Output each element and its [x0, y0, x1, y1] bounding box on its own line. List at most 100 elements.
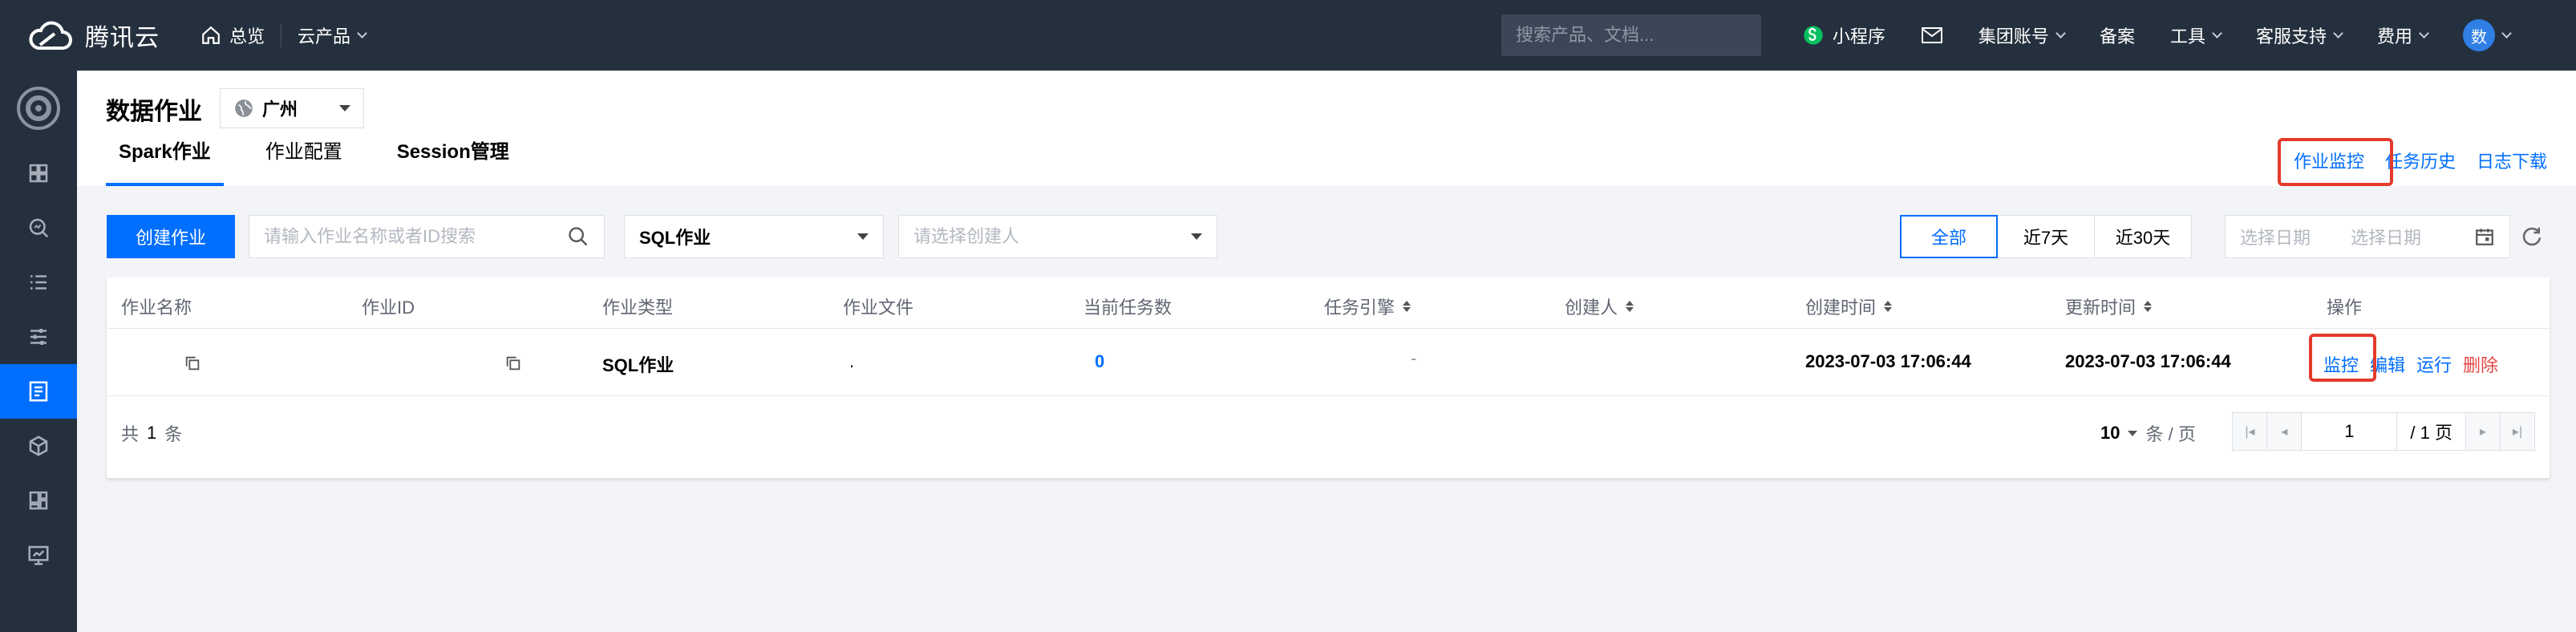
pagination: |◂ ◂ 1 / 1 页 ▸ ▸| — [2232, 412, 2535, 451]
sidebar-item-monitor[interactable] — [0, 528, 77, 582]
sort-icon[interactable] — [2144, 301, 2153, 312]
caret-down-icon — [857, 233, 869, 240]
sliders-icon — [30, 329, 47, 345]
job-document-icon — [29, 381, 48, 402]
filing-label: 备案 — [2099, 26, 2135, 47]
refresh-icon[interactable] — [2520, 225, 2544, 249]
mail-icon — [1921, 27, 1942, 43]
sidebar-item-list[interactable] — [0, 255, 77, 310]
job-search[interactable] — [249, 215, 605, 258]
last-page-icon[interactable]: ▸| — [2500, 412, 2535, 451]
filing-link[interactable]: 备案 — [2082, 22, 2153, 48]
sidebar-item-data-jobs[interactable] — [0, 364, 77, 419]
tools-menu[interactable]: 工具 — [2153, 22, 2238, 48]
col-creator[interactable]: 创建人 — [1565, 294, 1634, 319]
sort-icon[interactable] — [1403, 301, 1412, 312]
calendar-icon[interactable] — [2474, 226, 2495, 247]
global-search-input[interactable] — [1516, 25, 1747, 46]
delete-button[interactable]: 删除 — [2463, 351, 2498, 377]
nav-overview[interactable]: 总览 — [184, 22, 281, 48]
page-number-input[interactable]: 1 — [2301, 412, 2398, 451]
sidebar-item-overview[interactable] — [0, 146, 77, 201]
nav-products[interactable]: 云产品 — [281, 22, 382, 48]
global-search[interactable] — [1501, 14, 1761, 56]
messages-button[interactable] — [1903, 26, 1961, 45]
brand-logo[interactable]: 腾讯云 — [0, 0, 184, 71]
cube-icon — [29, 436, 48, 456]
support-menu[interactable]: 客服支持 — [2238, 22, 2359, 48]
page-size-value: 10 — [2100, 423, 2120, 443]
sidebar-item-engine[interactable] — [0, 419, 77, 473]
copy-icon[interactable] — [184, 354, 201, 372]
sidebar-item-settings[interactable] — [0, 310, 77, 364]
creator-select[interactable] — [898, 215, 1217, 258]
product-logo[interactable] — [0, 71, 77, 146]
creator-input[interactable] — [913, 226, 1191, 247]
globe-icon — [235, 99, 253, 117]
highlight-box-monitor — [2309, 334, 2376, 382]
nav-overview-label: 总览 — [229, 26, 265, 47]
modules-icon — [29, 491, 48, 510]
job-type-select[interactable]: SQL作业 — [624, 215, 884, 258]
tab-job-config[interactable]: 作业配置 — [253, 143, 355, 186]
user-menu[interactable]: 数 — [2445, 19, 2528, 51]
caret-down-icon — [339, 105, 350, 111]
caret-down-icon — [1191, 233, 1202, 240]
task-history-link[interactable]: 任务历史 — [2385, 148, 2456, 173]
task-count-cell[interactable]: 0 — [1095, 351, 1104, 372]
job-search-input[interactable] — [264, 226, 567, 247]
page-title: 数据作业 — [106, 99, 202, 125]
dashboard-icon — [29, 164, 48, 183]
range-7-days[interactable]: 近7天 — [1997, 215, 2095, 258]
run-button[interactable]: 运行 — [2416, 351, 2452, 377]
prev-page-icon[interactable]: ◂ — [2266, 412, 2303, 451]
col-engine-label: 任务引擎 — [1324, 298, 1395, 318]
col-created-time[interactable]: 创建时间 — [1805, 294, 1893, 319]
mini-program-link[interactable]: 小程序 — [1784, 22, 1903, 48]
next-page-icon[interactable]: ▸ — [2465, 412, 2501, 451]
log-download-link[interactable]: 日志下载 — [2477, 148, 2547, 173]
job-type-value: SQL作业 — [639, 228, 711, 248]
search-icon[interactable] — [567, 225, 589, 248]
sidebar-item-modules[interactable] — [0, 473, 77, 528]
mini-program-icon — [1804, 26, 1823, 45]
monitor-icon — [28, 545, 49, 565]
page-size-select[interactable]: 10 条 / 页 — [2100, 420, 2196, 446]
date-range-picker[interactable]: 选择日期 选择日期 — [2225, 215, 2510, 258]
date-end[interactable]: 选择日期 — [2351, 224, 2421, 249]
table-row: SQL作业 . 0 - 2023-07-03 17:06:44 2023-07-… — [107, 329, 2550, 396]
avatar: 数 — [2463, 19, 2495, 51]
group-account-menu[interactable]: 集团账号 — [1961, 22, 2082, 48]
billing-label: 费用 — [2376, 26, 2412, 47]
jobs-table: 作业名称 作业ID 作业类型 作业文件 当前任务数 任务引擎 创建人 创建时间 … — [107, 278, 2550, 478]
chevron-down-icon — [2056, 27, 2066, 38]
copy-icon[interactable] — [504, 354, 522, 372]
chevron-down-icon — [2212, 27, 2222, 38]
col-updated-time[interactable]: 更新时间 — [2065, 294, 2153, 319]
engine-cell: - — [1411, 348, 1417, 368]
col-engine[interactable]: 任务引擎 — [1324, 294, 1412, 319]
chevron-down-icon — [357, 27, 367, 38]
page-header: 数据作业 广州 Spark作业 作业配置 Session管理 作业监控 任务历史… — [77, 71, 2576, 186]
date-start[interactable]: 选择日期 — [2240, 224, 2311, 249]
tab-session-management[interactable]: Session管理 — [384, 143, 522, 186]
page-size-unit: 条 / 页 — [2145, 424, 2196, 444]
first-page-icon[interactable]: |◂ — [2232, 412, 2268, 451]
create-job-button[interactable]: 创建作业 — [107, 215, 235, 258]
group-account-label: 集团账号 — [1978, 26, 2049, 47]
tab-spark-jobs[interactable]: Spark作业 — [106, 143, 224, 186]
brand-name: 腾讯云 — [85, 25, 160, 51]
range-30-days[interactable]: 近30天 — [2094, 215, 2192, 258]
sort-icon[interactable] — [1626, 301, 1634, 312]
range-all[interactable]: 全部 — [1900, 215, 1998, 258]
support-label: 客服支持 — [2255, 26, 2327, 47]
sidebar-item-explore[interactable] — [0, 201, 77, 255]
region-select[interactable]: 广州 — [220, 88, 364, 128]
sort-icon[interactable] — [1884, 301, 1893, 312]
job-type-cell: SQL作业 — [602, 355, 674, 375]
col-actions: 操作 — [2327, 298, 2363, 318]
billing-menu[interactable]: 费用 — [2359, 22, 2445, 48]
mini-program-label: 小程序 — [1832, 26, 1885, 47]
total-suffix: 条 — [164, 424, 183, 444]
col-created-label: 创建时间 — [1805, 298, 1877, 318]
